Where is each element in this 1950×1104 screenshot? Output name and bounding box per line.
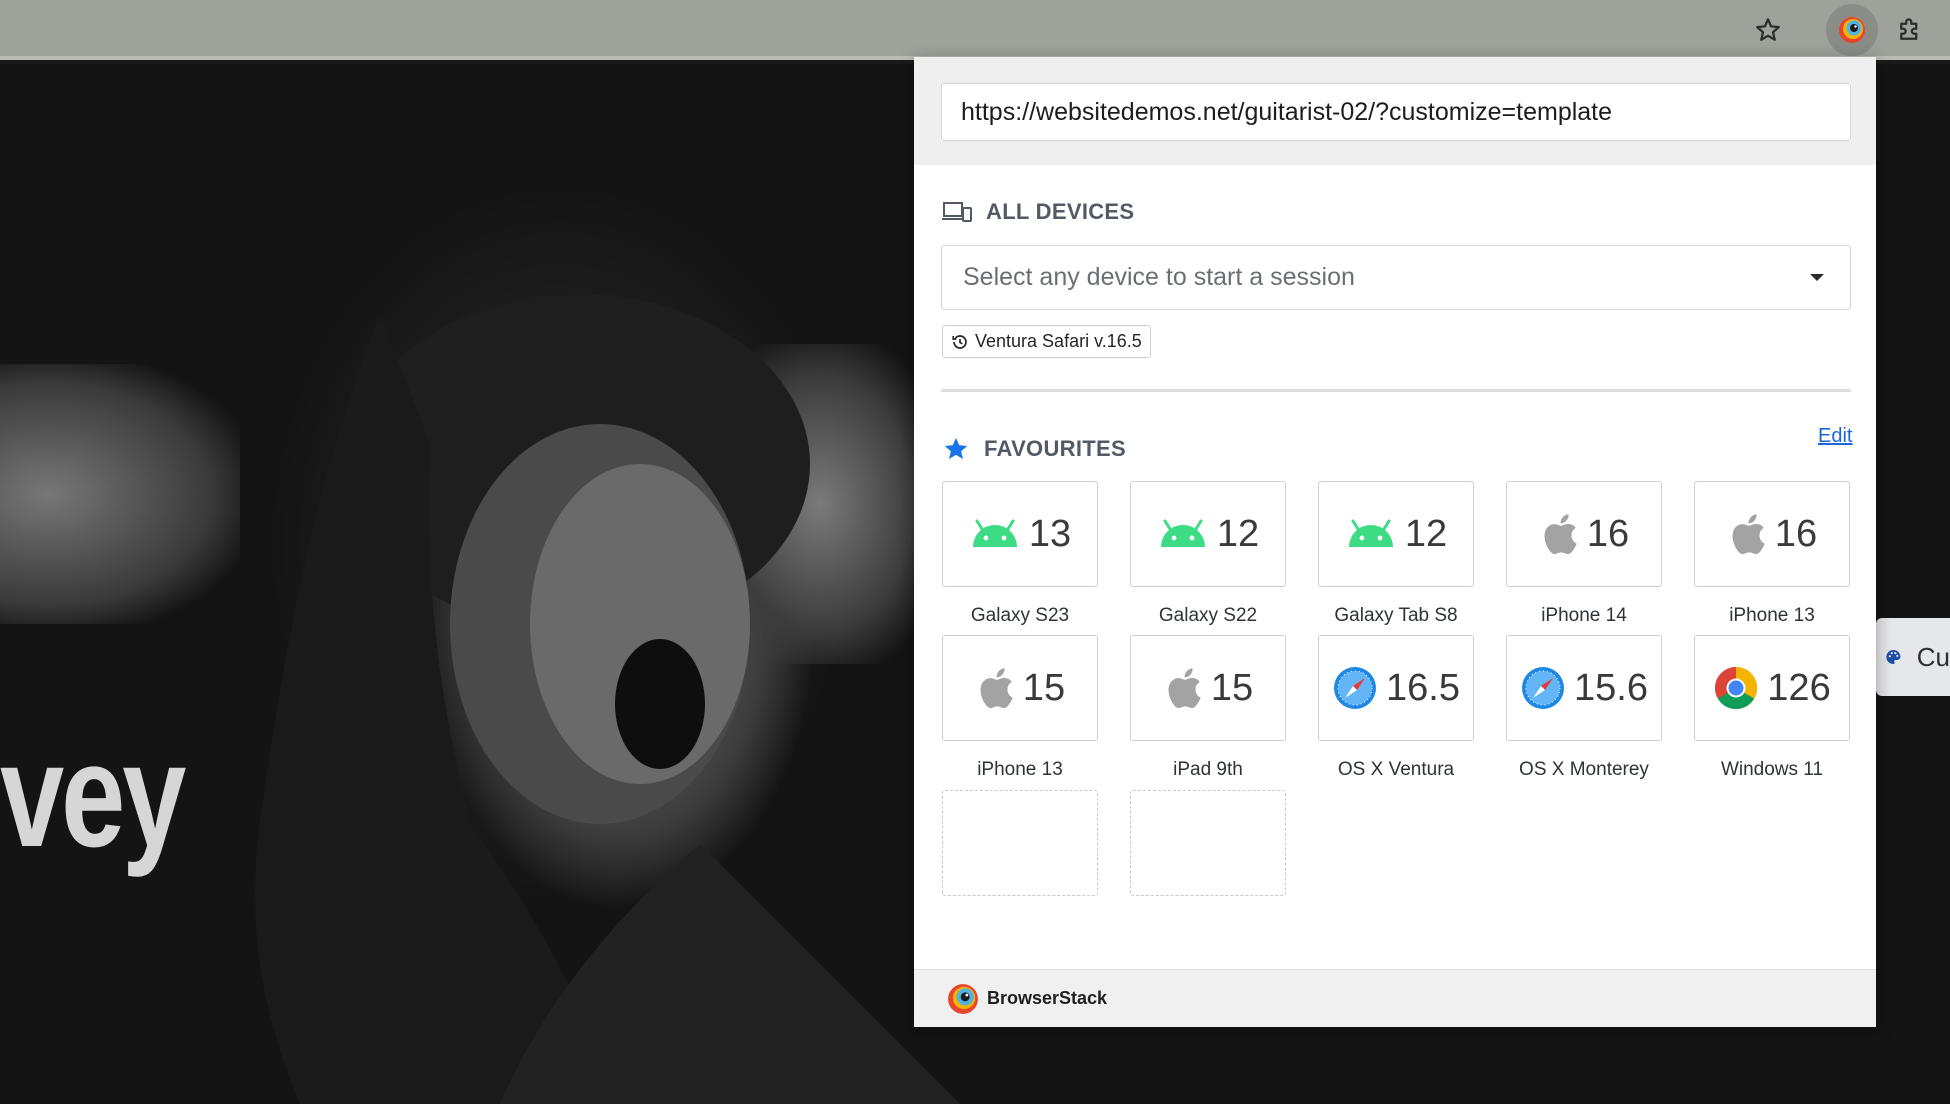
device-name-label: Windows 11 [1720,759,1824,780]
os-version: 12 [1216,512,1260,555]
apple-icon [1163,665,1203,711]
device-name-label: OS X Ventura [1337,759,1455,780]
empty-favourite-slot[interactable] [942,790,1098,896]
all-devices-heading: ALL DEVICES [942,199,1134,225]
device-name-label: iPhone 13 [977,759,1063,780]
bookmark-star-icon[interactable] [1744,6,1792,54]
chevron-down-icon [1810,274,1824,281]
device-name-label: Galaxy S23 [970,605,1070,626]
edit-favourites-link[interactable]: Edit [1818,425,1852,448]
os-version: 12 [1404,512,1448,555]
favourite-device-tile[interactable]: 126 [1694,635,1850,741]
favourite-device-tile[interactable]: 16 [1694,481,1850,587]
popup-footer: BrowserStack [914,969,1876,1027]
os-version: 16 [1774,512,1818,555]
device-name-label: iPhone 13 [1729,605,1815,626]
os-version: 15 [1022,666,1066,709]
url-area [914,57,1876,165]
star-icon [944,437,968,460]
apple-icon [1727,511,1767,557]
history-icon [952,334,967,349]
url-input[interactable] [941,83,1851,141]
favourites-label: FAVOURITES [984,436,1126,461]
browserstack-popup: ALL DEVICES Select any device to start a… [914,57,1876,1027]
os-version: 15 [1210,666,1254,709]
os-version: 15.6 [1574,666,1648,709]
extensions-puzzle-icon[interactable] [1886,6,1934,54]
all-devices-label: ALL DEVICES [986,199,1135,224]
os-version: 13 [1028,512,1072,555]
device-select-placeholder: Select any device to start a session [963,263,1355,291]
favourite-device-tile[interactable]: 15.6 [1506,635,1662,741]
android-icon [969,519,1021,549]
section-divider [941,389,1851,392]
hero-heading-text: vey [0,713,186,878]
os-version: 126 [1767,666,1831,709]
favourite-device-tile[interactable]: 15 [1130,635,1286,741]
favourite-device-tile[interactable]: 12 [1318,481,1474,587]
recent-session-chip[interactable]: Ventura Safari v.16.5 [942,325,1151,358]
browserstack-logo-icon [948,983,978,1014]
empty-favourite-slot[interactable] [1130,790,1286,896]
browser-toolbar [0,0,1950,60]
os-version: 16 [1586,512,1630,555]
favourite-device-tile[interactable]: 16.5 [1318,635,1474,741]
favourite-device-tile[interactable]: 13 [942,481,1098,587]
os-version: 16.5 [1386,666,1460,709]
device-select[interactable]: Select any device to start a session [941,245,1851,310]
favourite-device-tile[interactable]: 15 [942,635,1098,741]
palette-icon [1886,649,1901,665]
device-name-label: OS X Monterey [1519,759,1649,780]
safari-icon [1520,665,1566,711]
favourites-heading: FAVOURITES [942,435,1126,463]
safari-icon [1332,665,1378,711]
android-icon [1157,519,1209,549]
customize-button[interactable]: Cu [1876,618,1950,696]
browserstack-extension-icon[interactable] [1826,4,1878,56]
customize-label: Cu [1916,641,1950,672]
chrome-icon [1713,665,1759,711]
android-icon [1345,519,1397,549]
apple-icon [975,665,1015,711]
devices-icon [942,202,972,222]
device-name-label: iPhone 14 [1541,605,1627,626]
favourite-device-tile[interactable]: 12 [1130,481,1286,587]
brand-name: BrowserStack [987,988,1108,1008]
recent-session-label: Ventura Safari v.16.5 [975,331,1142,351]
apple-icon [1539,511,1579,557]
device-name-label: Galaxy S22 [1158,605,1258,626]
device-name-label: iPad 9th [1173,759,1243,780]
favourite-device-tile[interactable]: 16 [1506,481,1662,587]
device-name-label: Galaxy Tab S8 [1334,605,1458,626]
